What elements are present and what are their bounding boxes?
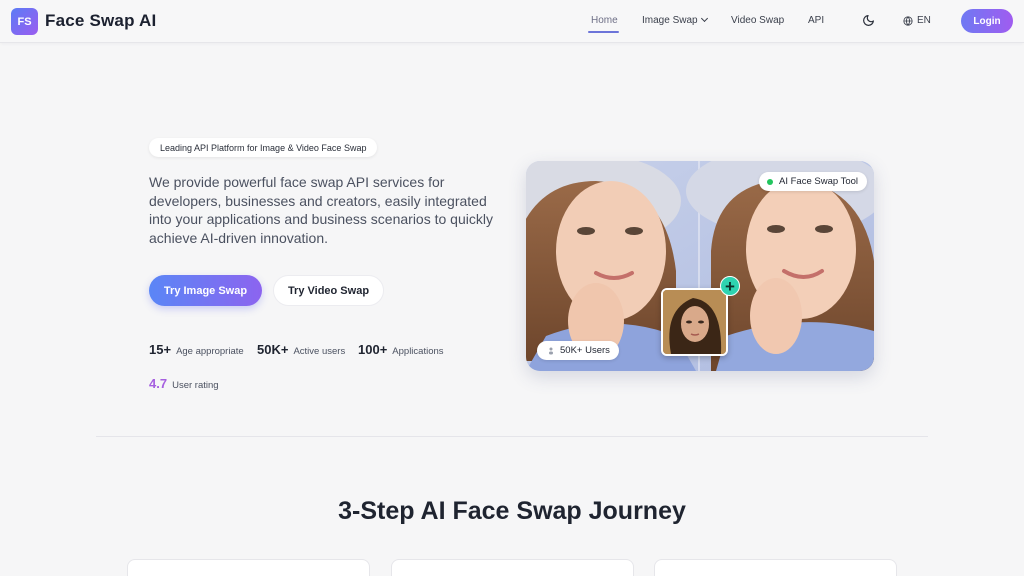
stat-users: 50K+ Active users (257, 342, 345, 357)
globe-icon (903, 15, 913, 26)
nav-video-swap[interactable]: Video Swap (731, 15, 784, 26)
stat-label: Age appropriate (176, 346, 244, 357)
tool-tag-label: AI Face Swap Tool (779, 176, 859, 187)
site-header: FS Face Swap AI Home Image Swap Video Sw… (0, 0, 1024, 43)
status-dot-icon (767, 178, 773, 185)
rating-value: 4.7 (149, 376, 168, 391)
source-face-thumbnail (661, 288, 728, 356)
stat-label: Active users (293, 346, 346, 357)
stat-value: 15+ (149, 342, 172, 357)
moon-icon[interactable] (862, 14, 875, 27)
stat-value: 100+ (358, 342, 388, 357)
stat-applications: 100+ Applications (358, 342, 444, 357)
language-selector[interactable]: EN (903, 15, 931, 26)
active-nav-indicator (588, 31, 619, 33)
nav-home[interactable]: Home (591, 15, 618, 26)
nav-api[interactable]: API (808, 15, 824, 26)
stat-age: 15+ Age appropriate (149, 342, 244, 357)
users-count-tag: 50K+ Users (537, 341, 619, 360)
ai-tool-tag: AI Face Swap Tool (759, 172, 868, 191)
chevron-down-icon (700, 14, 708, 23)
stat-label: Applications (392, 346, 444, 357)
language-label: EN (917, 15, 931, 26)
step-card (127, 559, 370, 576)
nav-image-swap[interactable]: Image Swap (642, 14, 708, 26)
stat-value: 50K+ (257, 342, 289, 357)
try-video-swap-button[interactable]: Try Video Swap (273, 275, 384, 306)
try-image-swap-button[interactable]: Try Image Swap (149, 275, 262, 306)
login-button[interactable]: Login (961, 9, 1013, 33)
user-icon (549, 347, 553, 354)
logo-icon[interactable]: FS (11, 8, 38, 35)
user-rating: 4.7 User rating (149, 376, 219, 391)
brand-name[interactable]: Face Swap AI (45, 11, 156, 31)
step-card (391, 559, 634, 576)
step-card (654, 559, 897, 576)
hero-description: We provide powerful face swap API servic… (149, 174, 493, 247)
platform-badge: Leading API Platform for Image & Video F… (149, 138, 378, 157)
steps-section-title: 3-Step AI Face Swap Journey (338, 497, 686, 525)
users-tag-label: 50K+ Users (560, 345, 610, 356)
nav-image-swap-label: Image Swap (642, 15, 698, 26)
plus-icon: + (720, 276, 740, 296)
rating-label: User rating (172, 380, 219, 391)
section-divider (96, 436, 928, 437)
